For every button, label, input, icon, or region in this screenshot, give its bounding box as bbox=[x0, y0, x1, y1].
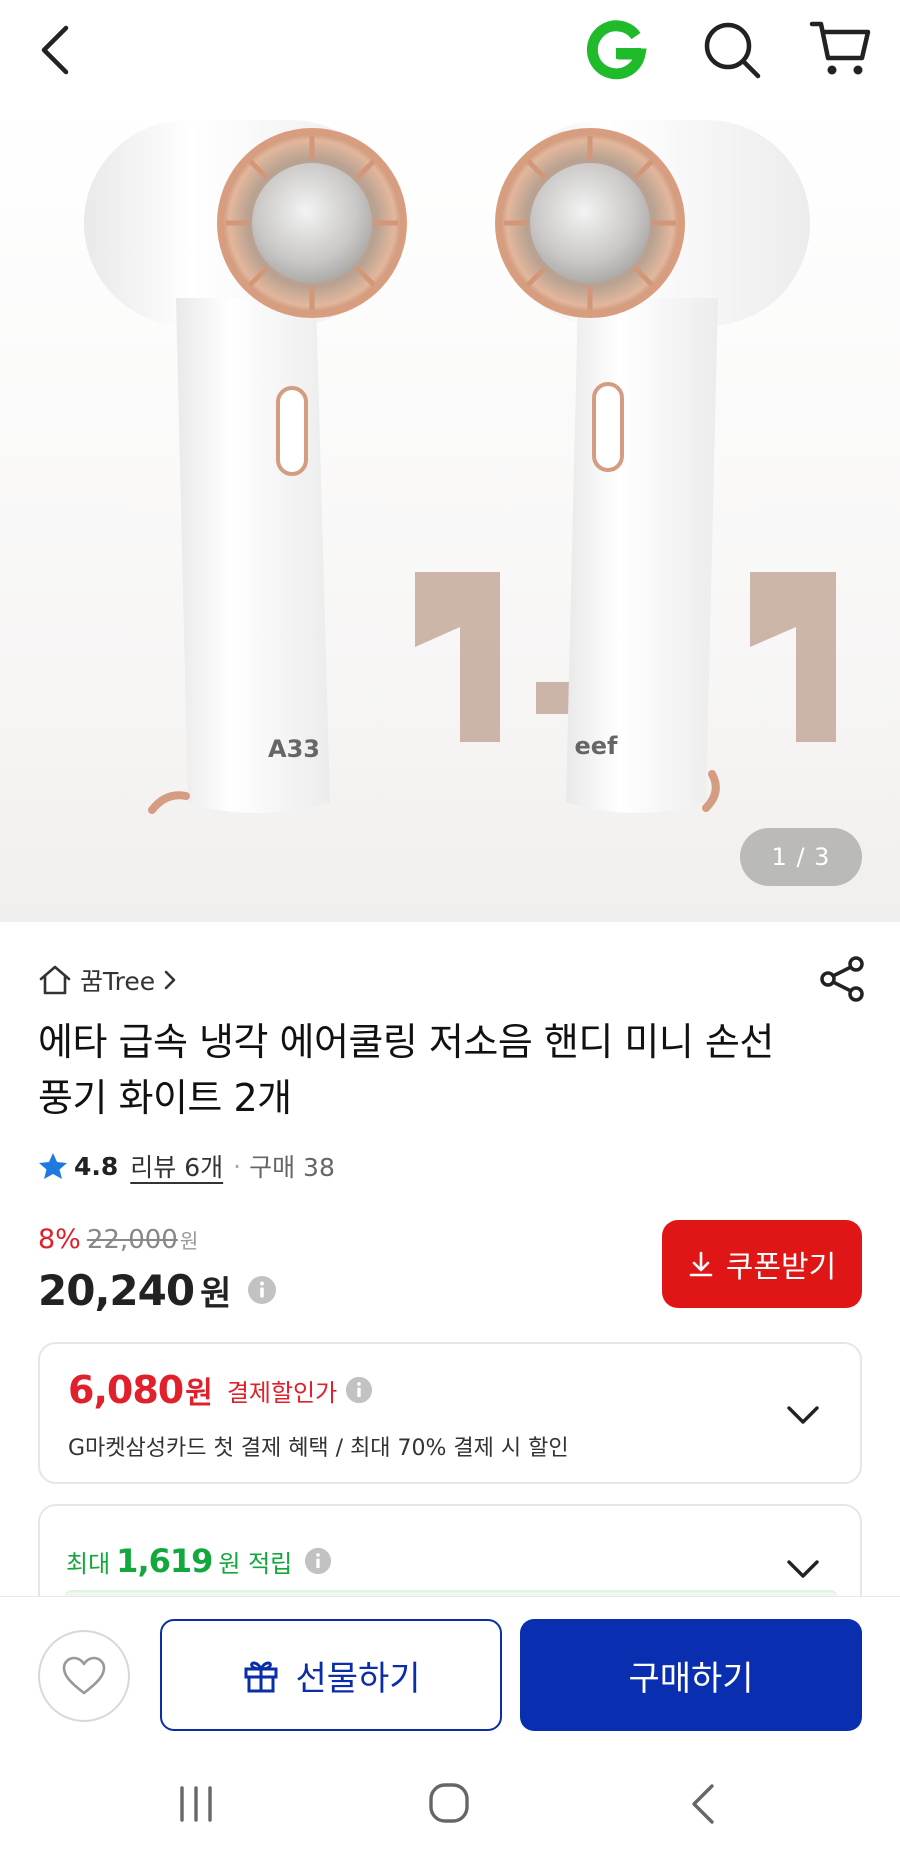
payment-discount-headline: 6,080 원 결제할인가 bbox=[68, 1368, 373, 1412]
rating-score: 4.8 bbox=[74, 1151, 119, 1181]
payment-discount-label: 결제할인가 bbox=[226, 1378, 338, 1407]
review-link[interactable]: 리뷰 6개 bbox=[130, 1148, 223, 1184]
chevron-right-icon bbox=[164, 970, 176, 990]
discount-percent: 8% bbox=[38, 1224, 81, 1255]
points-suffix: 원 적립 bbox=[218, 1549, 293, 1578]
discount-row: 8% 22,000 원 bbox=[38, 1224, 198, 1260]
points-prefix: 최대 bbox=[66, 1549, 111, 1578]
search-icon[interactable] bbox=[700, 18, 764, 82]
info-icon[interactable] bbox=[345, 1376, 373, 1404]
payment-discount-desc: G마켓삼성카드 첫 결제 혜택 / 최대 70% 결제 시 할인 bbox=[68, 1436, 569, 1461]
sale-price-unit: 원 bbox=[200, 1273, 232, 1314]
store-link[interactable]: 꿈Tree bbox=[38, 960, 177, 1000]
rating-row: 4.8 리뷰 6개 · 구매 38 bbox=[38, 1146, 335, 1186]
nav-back-icon[interactable] bbox=[688, 1782, 716, 1826]
cart-icon[interactable] bbox=[808, 16, 874, 82]
home-nav-icon[interactable] bbox=[428, 1782, 470, 1824]
download-icon bbox=[689, 1251, 713, 1277]
chevron-down-icon[interactable] bbox=[786, 1558, 820, 1580]
store-name: 꿈Tree bbox=[80, 967, 156, 996]
coupon-button-label: 쿠폰받기 bbox=[725, 1250, 837, 1285]
price-row: 20,240 원 bbox=[38, 1262, 277, 1318]
system-navigation-bar bbox=[0, 1746, 900, 1861]
gift-icon bbox=[244, 1661, 278, 1693]
coupon-download-button[interactable]: 쿠폰받기 bbox=[662, 1220, 862, 1308]
info-icon[interactable] bbox=[304, 1547, 332, 1575]
product-photo: A33 eef bbox=[84, 120, 836, 814]
info-icon[interactable] bbox=[247, 1275, 277, 1305]
share-icon[interactable] bbox=[818, 954, 868, 1004]
payment-discount-unit: 원 bbox=[185, 1376, 213, 1411]
chevron-down-icon[interactable] bbox=[786, 1404, 820, 1426]
purchase-count: 구매 38 bbox=[249, 1153, 335, 1182]
sale-price: 20,240 bbox=[38, 1265, 195, 1315]
recent-apps-icon[interactable] bbox=[176, 1784, 216, 1824]
gift-button[interactable]: 선물하기 bbox=[160, 1619, 502, 1731]
payment-discount-card[interactable]: 6,080 원 결제할인가 G마켓삼성카드 첫 결제 혜택 / 최대 70% 결… bbox=[38, 1342, 862, 1484]
gmarket-logo-icon[interactable] bbox=[584, 18, 648, 82]
separator-dot: · bbox=[233, 1151, 242, 1181]
svg-text:eef: eef bbox=[575, 732, 619, 760]
back-icon[interactable] bbox=[32, 20, 80, 80]
original-price: 22,000 bbox=[86, 1225, 178, 1255]
left-fan: A33 bbox=[84, 120, 407, 814]
star-icon bbox=[39, 1153, 67, 1179]
points-headline: 최대 1,619 원 적립 bbox=[66, 1542, 332, 1580]
wishlist-button[interactable] bbox=[38, 1630, 130, 1722]
original-price-unit: 원 bbox=[179, 1229, 199, 1253]
home-icon bbox=[39, 965, 71, 995]
product-title: 에타 급속 냉각 에어쿨링 저소음 핸디 미니 손선풍기 화이트 2개 bbox=[38, 1020, 774, 1120]
product-image-carousel[interactable]: A33 eef 1 / 3 bbox=[0, 102, 900, 922]
points-amount: 1,619 bbox=[116, 1542, 213, 1580]
gift-button-label: 선물하기 bbox=[295, 1658, 421, 1699]
carousel-pager: 1 / 3 bbox=[740, 828, 862, 886]
bottom-action-bar: 선물하기 구매하기 bbox=[0, 1596, 900, 1746]
heart-icon bbox=[62, 1656, 106, 1695]
svg-text:A33: A33 bbox=[268, 735, 320, 763]
buy-button[interactable]: 구매하기 bbox=[520, 1619, 862, 1731]
payment-discount-amount: 6,080 bbox=[68, 1368, 184, 1412]
top-bar bbox=[0, 0, 900, 102]
